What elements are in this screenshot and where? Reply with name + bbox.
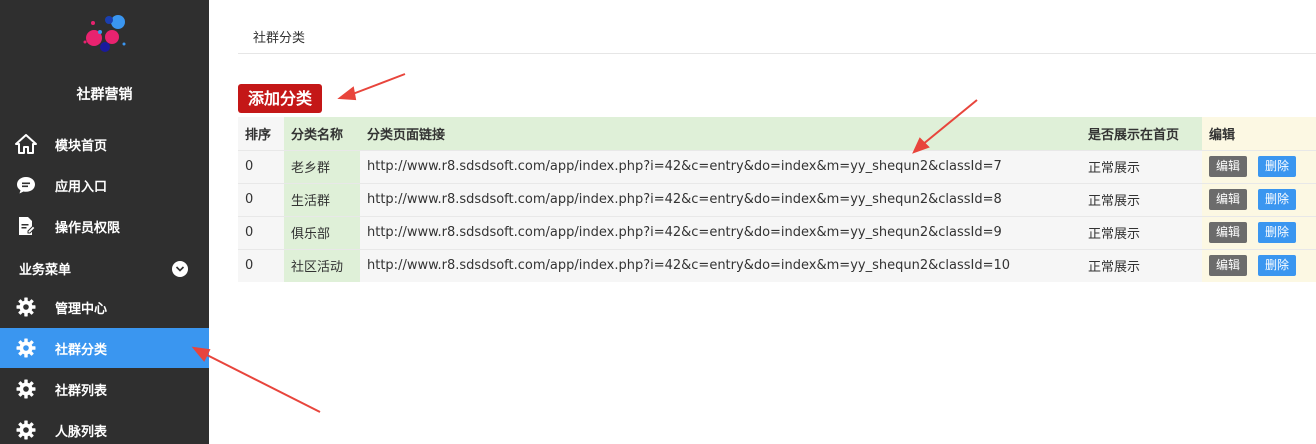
arrowhead-add-button — [337, 86, 357, 101]
header-sort: 排序 — [238, 117, 284, 150]
cell-show-status: 正常展示 — [1081, 182, 1202, 216]
sidebar-item-label: 社群分类 — [55, 343, 108, 358]
cell-sort: 0 — [238, 149, 284, 183]
sidebar-item-contacts-list[interactable]: 人脉列表 — [0, 410, 209, 444]
table-row: 0 社区活动 http://www.r8.sdsdsoft.com/app/in… — [238, 248, 1316, 282]
chat-icon — [15, 175, 37, 195]
edit-button[interactable]: 编辑 — [1209, 222, 1247, 243]
header-edit: 编辑 — [1202, 117, 1316, 150]
app-brand-name: 社群营销 — [76, 87, 133, 103]
cell-sort: 0 — [238, 248, 284, 282]
table-row: 0 生活群 http://www.r8.sdsdsoft.com/app/ind… — [238, 182, 1316, 216]
cell-show-status: 正常展示 — [1081, 215, 1202, 249]
annotation-arrow-sidebar-item — [204, 353, 321, 413]
sidebar-item-label: 社群列表 — [55, 384, 108, 399]
cell-category-link: http://www.r8.sdsdsoft.com/app/index.php… — [360, 182, 1081, 216]
table-row: 0 老乡群 http://www.r8.sdsdsoft.com/app/ind… — [238, 149, 1316, 183]
edit-button[interactable]: 编辑 — [1209, 156, 1247, 177]
cell-actions: 编辑 删除 — [1202, 182, 1316, 216]
sidebar-item-label: 模块首页 — [55, 139, 108, 154]
sidebar-item-community-list[interactable]: 社群列表 — [0, 369, 209, 409]
edit-button[interactable]: 编辑 — [1209, 189, 1247, 210]
sidebar-item-app-entry[interactable]: 应用入口 — [0, 165, 209, 205]
cell-category-link: http://www.r8.sdsdsoft.com/app/index.php… — [360, 149, 1081, 183]
cell-category-name: 社区活动 — [284, 248, 360, 282]
chevron-down-icon[interactable] — [172, 261, 188, 277]
sidebar-item-label: 管理中心 — [55, 302, 108, 317]
document-edit-icon — [15, 216, 37, 236]
sidebar-item-module-home[interactable]: 模块首页 — [0, 124, 209, 164]
annotation-arrow-add-button — [349, 73, 406, 96]
sidebar-item-label: 应用入口 — [55, 180, 108, 195]
delete-button[interactable]: 删除 — [1258, 189, 1296, 210]
sidebar-item-operator-permission[interactable]: 操作员权限 — [0, 206, 209, 246]
cell-category-link: http://www.r8.sdsdsoft.com/app/index.php… — [360, 248, 1081, 282]
cell-category-link: http://www.r8.sdsdsoft.com/app/index.php… — [360, 215, 1081, 249]
sidebar-item-label: 人脉列表 — [55, 425, 108, 440]
breadcrumb[interactable]: 社群分类 — [253, 27, 305, 46]
gear-icon — [15, 379, 37, 399]
header-category-name: 分类名称 — [284, 117, 360, 150]
cell-category-name: 俱乐部 — [284, 215, 360, 249]
cell-actions: 编辑 删除 — [1202, 248, 1316, 282]
breadcrumb-bar: 社群分类 — [238, 20, 1316, 54]
app-logo — [83, 15, 126, 52]
delete-button[interactable]: 删除 — [1258, 156, 1296, 177]
sidebar-item-management-center[interactable]: 管理中心 — [0, 287, 209, 327]
header-category-link: 分类页面链接 — [360, 117, 1081, 150]
gear-icon — [15, 420, 37, 440]
add-category-button[interactable]: 添加分类 — [238, 84, 323, 113]
edit-button[interactable]: 编辑 — [1209, 255, 1247, 277]
table-row: 0 俱乐部 http://www.r8.sdsdsoft.com/app/ind… — [238, 215, 1316, 249]
cell-category-name: 生活群 — [284, 182, 360, 216]
cell-actions: 编辑 删除 — [1202, 215, 1316, 249]
category-table: 排序 分类名称 分类页面链接 是否展示在首页 编辑 0 老乡群 http://w… — [238, 117, 1316, 282]
sidebar-item-label: 操作员权限 — [55, 221, 121, 236]
header-show-on-home: 是否展示在首页 — [1081, 117, 1202, 150]
sidebar: 社群营销 模块首页 应用入口 操作员权限 业务菜单 管理中心 社群分类 社群列表… — [0, 0, 209, 444]
cell-actions: 编辑 删除 — [1202, 149, 1316, 183]
home-icon — [15, 134, 37, 154]
delete-button[interactable]: 删除 — [1258, 255, 1296, 277]
cell-sort: 0 — [238, 215, 284, 249]
delete-button[interactable]: 删除 — [1258, 222, 1296, 243]
table-header-row: 排序 分类名称 分类页面链接 是否展示在首页 编辑 — [238, 117, 1316, 150]
cell-category-name: 老乡群 — [284, 149, 360, 183]
sidebar-group-title: 业务菜单 — [19, 263, 72, 278]
sidebar-item-community-category[interactable]: 社群分类 — [0, 328, 209, 368]
gear-icon — [15, 297, 37, 317]
cell-sort: 0 — [238, 182, 284, 216]
cell-show-status: 正常展示 — [1081, 149, 1202, 183]
gear-icon — [15, 338, 37, 358]
cell-show-status: 正常展示 — [1081, 248, 1202, 282]
